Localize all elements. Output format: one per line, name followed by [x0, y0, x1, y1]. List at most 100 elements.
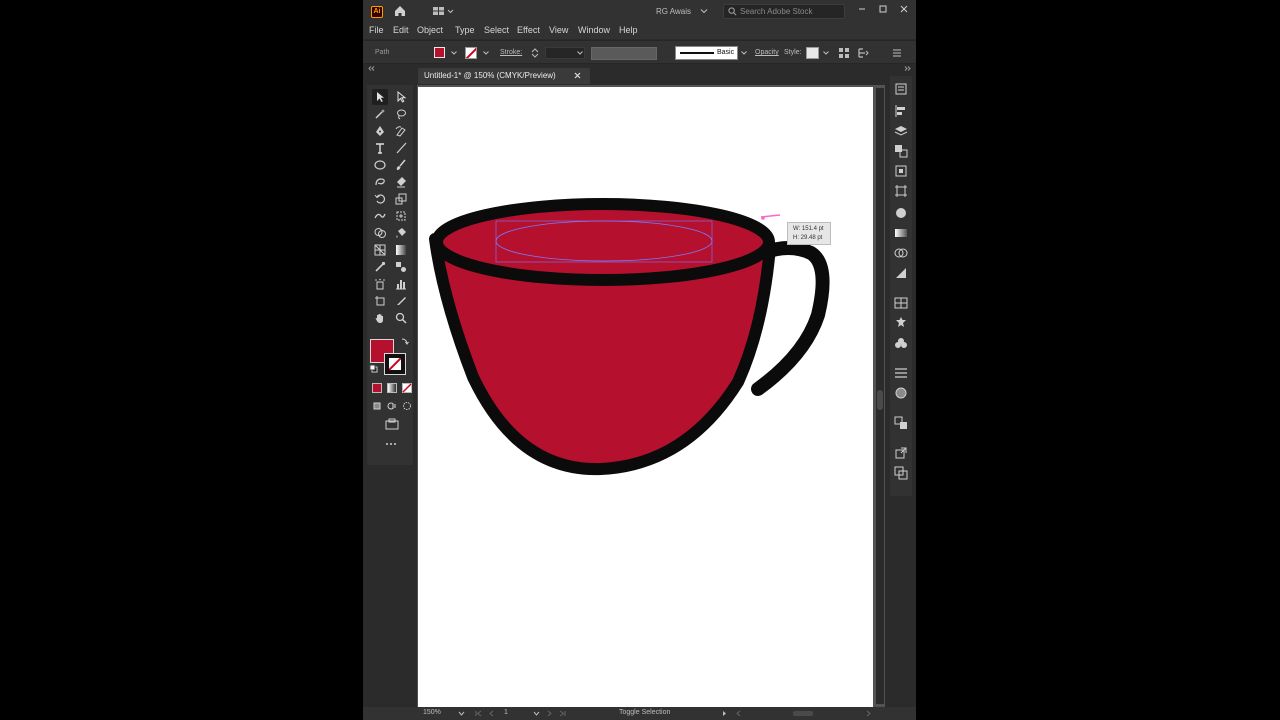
asset-export-icon[interactable] [894, 164, 908, 178]
gradient-tool[interactable] [393, 242, 409, 258]
gradient-panel-icon[interactable] [894, 226, 908, 240]
panel-menu-icon[interactable] [891, 47, 903, 59]
collapse-right-icon[interactable] [903, 66, 911, 71]
color-mode-button[interactable] [372, 383, 382, 393]
scroll-right-icon[interactable] [865, 710, 872, 717]
shape-builder-tool[interactable] [372, 225, 388, 241]
previous-artboard-icon[interactable] [488, 710, 495, 717]
appearance-icon[interactable] [894, 386, 908, 400]
artboards-icon[interactable] [894, 184, 908, 198]
stroke-dropdown-chevron-icon[interactable] [483, 51, 489, 55]
libraries-icon[interactable] [894, 144, 908, 158]
swatches-icon[interactable] [894, 296, 908, 310]
adobe-stock-search[interactable] [723, 4, 845, 19]
last-artboard-icon[interactable] [559, 710, 566, 717]
slice-tool[interactable] [393, 293, 409, 309]
symbol-sprayer-tool[interactable] [372, 276, 388, 292]
arrange-documents-icon[interactable] [433, 6, 455, 16]
style-chevron-icon[interactable] [823, 51, 829, 55]
brush-definition[interactable]: Basic [675, 46, 738, 60]
close-icon[interactable] [897, 3, 911, 15]
workspace-switcher[interactable]: RG Awais [656, 7, 691, 16]
pen-tool[interactable] [372, 123, 388, 139]
column-graph-tool[interactable] [393, 276, 409, 292]
links-icon[interactable] [894, 446, 908, 460]
color-icon[interactable] [894, 206, 908, 220]
shaper-tool[interactable] [372, 174, 388, 190]
canvas-area[interactable] [417, 85, 885, 707]
opacity-label[interactable]: Opacity [755, 49, 779, 56]
home-icon[interactable] [393, 4, 407, 18]
symbols-icon[interactable] [894, 316, 908, 330]
chevron-down-icon[interactable] [700, 8, 708, 14]
magic-wand-tool[interactable] [372, 106, 388, 122]
change-screen-mode-icon[interactable] [385, 418, 399, 430]
cup-rim[interactable] [431, 198, 775, 286]
paintbrush-tool[interactable] [393, 157, 409, 173]
scale-tool[interactable] [393, 191, 409, 207]
fill-color-swatch[interactable] [434, 47, 445, 58]
pathfinder-icon[interactable] [894, 416, 908, 430]
stroke-panel-icon[interactable] [894, 366, 908, 380]
stroke-color-box[interactable] [384, 353, 406, 375]
transparency-icon[interactable] [894, 266, 908, 280]
menu-object[interactable]: Object [417, 25, 443, 35]
eyedropper-tool[interactable] [372, 259, 388, 275]
menu-window[interactable]: Window [578, 25, 610, 35]
horizontal-scrollbar-thumb[interactable] [793, 711, 813, 716]
stroke-weight-spinner-icon[interactable] [531, 47, 539, 59]
lasso-tool[interactable] [393, 106, 409, 122]
status-menu-arrow-icon[interactable] [721, 710, 728, 717]
stroke-color-swatch[interactable] [465, 47, 477, 59]
edit-toolbar-icon[interactable] [385, 441, 397, 447]
first-artboard-icon[interactable] [475, 710, 482, 717]
menu-help[interactable]: Help [619, 25, 638, 35]
layers-icon[interactable] [894, 124, 908, 138]
maximize-icon[interactable] [876, 3, 890, 15]
stroke-weight-chevron-icon[interactable] [577, 51, 583, 55]
none-mode-icon[interactable] [402, 383, 412, 393]
warp-tool[interactable] [372, 208, 388, 224]
menu-view[interactable]: View [549, 25, 568, 35]
collapse-left-icon[interactable] [368, 66, 376, 71]
hand-tool[interactable] [372, 310, 388, 326]
line-segment-tool[interactable] [393, 140, 409, 156]
artboard[interactable] [418, 87, 873, 707]
search-input[interactable] [740, 6, 840, 17]
menu-effect[interactable]: Effect [517, 25, 540, 35]
cup-artwork[interactable] [418, 87, 873, 707]
transform-icon[interactable] [857, 47, 869, 59]
variable-width-profile[interactable] [591, 47, 657, 60]
artboard-chevron-icon[interactable] [533, 710, 540, 717]
document-tab[interactable]: Untitled-1* @ 150% (CMYK/Preview) [418, 68, 590, 84]
free-transform-tool[interactable] [393, 208, 409, 224]
scroll-left-icon[interactable] [735, 710, 742, 717]
live-paint-bucket-tool[interactable] [393, 225, 409, 241]
menu-edit[interactable]: Edit [393, 25, 409, 35]
properties-icon[interactable] [894, 82, 908, 96]
gradient-mode-button[interactable] [387, 383, 397, 393]
align-grid-icon[interactable] [838, 47, 850, 59]
graphic-style-swatch[interactable] [806, 47, 819, 59]
stroke-label[interactable]: Stroke: [500, 49, 522, 56]
perspective-grid-tool[interactable] [372, 242, 388, 258]
zoom-level-field[interactable]: 150% [423, 709, 441, 716]
brushes-icon[interactable] [894, 336, 908, 350]
transform-panel-icon[interactable] [894, 466, 908, 480]
ellipse-tool[interactable] [372, 157, 388, 173]
menu-select[interactable]: Select [484, 25, 509, 35]
close-tab-icon[interactable] [573, 71, 582, 80]
vertical-scrollbar-thumb[interactable] [877, 390, 883, 410]
menu-type[interactable]: Type [455, 25, 475, 35]
draw-normal-icon[interactable] [372, 401, 382, 411]
blend-tool[interactable] [393, 259, 409, 275]
eraser-tool[interactable] [393, 174, 409, 190]
curvature-tool[interactable] [393, 123, 409, 139]
swap-fill-stroke-icon[interactable] [400, 336, 410, 346]
align-panel-icon[interactable] [894, 104, 908, 118]
menu-file[interactable]: File [369, 25, 384, 35]
fill-dropdown-chevron-icon[interactable] [451, 51, 457, 55]
minimize-icon[interactable] [855, 3, 869, 15]
zoom-tool[interactable] [393, 310, 409, 326]
vertical-scrollbar[interactable] [876, 88, 884, 704]
